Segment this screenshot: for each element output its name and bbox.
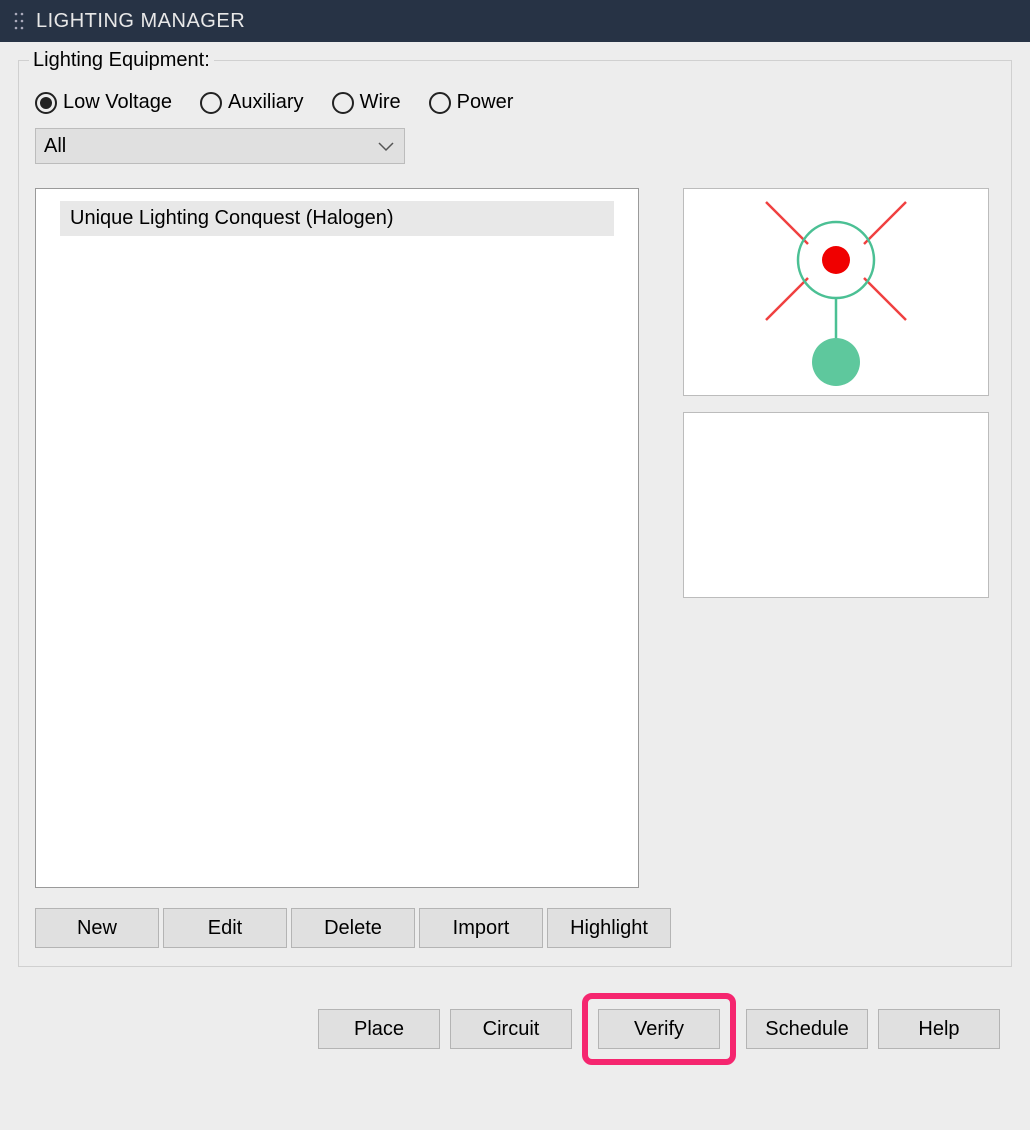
radio-label: Auxiliary (228, 91, 304, 114)
import-button[interactable]: Import (419, 908, 543, 948)
preview-panel (683, 188, 989, 396)
lighting-symbol-icon (736, 192, 936, 392)
highlight-button[interactable]: Highlight (547, 908, 671, 948)
radio-power[interactable]: Power (429, 91, 514, 114)
dropdown-selected: All (44, 135, 66, 158)
schedule-button[interactable]: Schedule (746, 1009, 868, 1049)
place-button[interactable]: Place (318, 1009, 440, 1049)
button-row-1: New Edit Delete Import Highlight (35, 908, 995, 948)
radio-icon (332, 92, 354, 114)
circuit-button[interactable]: Circuit (450, 1009, 572, 1049)
radio-icon (35, 92, 57, 114)
button-row-2: Place Circuit Verify Schedule Help (18, 993, 1012, 1065)
radio-icon (429, 92, 451, 114)
radio-label: Wire (360, 91, 401, 114)
detail-panel (683, 412, 989, 598)
content-row: Unique Lighting Conquest (Halogen) (35, 188, 995, 888)
radio-label: Power (457, 91, 514, 114)
delete-button[interactable]: Delete (291, 908, 415, 948)
radio-low-voltage[interactable]: Low Voltage (35, 91, 172, 114)
chevron-down-icon (378, 135, 394, 158)
radio-wire[interactable]: Wire (332, 91, 401, 114)
grip-icon[interactable] (14, 12, 24, 30)
radio-row: Low Voltage Auxiliary Wire Power (35, 91, 995, 114)
equipment-list[interactable]: Unique Lighting Conquest (Halogen) (35, 188, 639, 888)
titlebar: LIGHTING MANAGER (0, 0, 1030, 42)
main-area: Lighting Equipment: Low Voltage Auxiliar… (0, 42, 1030, 1083)
verify-highlight-annotation: Verify (582, 993, 736, 1065)
window-title: LIGHTING MANAGER (36, 10, 245, 33)
help-button[interactable]: Help (878, 1009, 1000, 1049)
fieldset-legend: Lighting Equipment: (29, 49, 214, 72)
radio-icon (200, 92, 222, 114)
radio-auxiliary[interactable]: Auxiliary (200, 91, 304, 114)
list-item[interactable]: Unique Lighting Conquest (Halogen) (60, 201, 614, 236)
radio-label: Low Voltage (63, 91, 172, 114)
edit-button[interactable]: Edit (163, 908, 287, 948)
verify-button[interactable]: Verify (598, 1009, 720, 1049)
right-panels (683, 188, 989, 888)
equipment-fieldset: Lighting Equipment: Low Voltage Auxiliar… (18, 60, 1012, 967)
filter-dropdown[interactable]: All (35, 128, 405, 164)
new-button[interactable]: New (35, 908, 159, 948)
